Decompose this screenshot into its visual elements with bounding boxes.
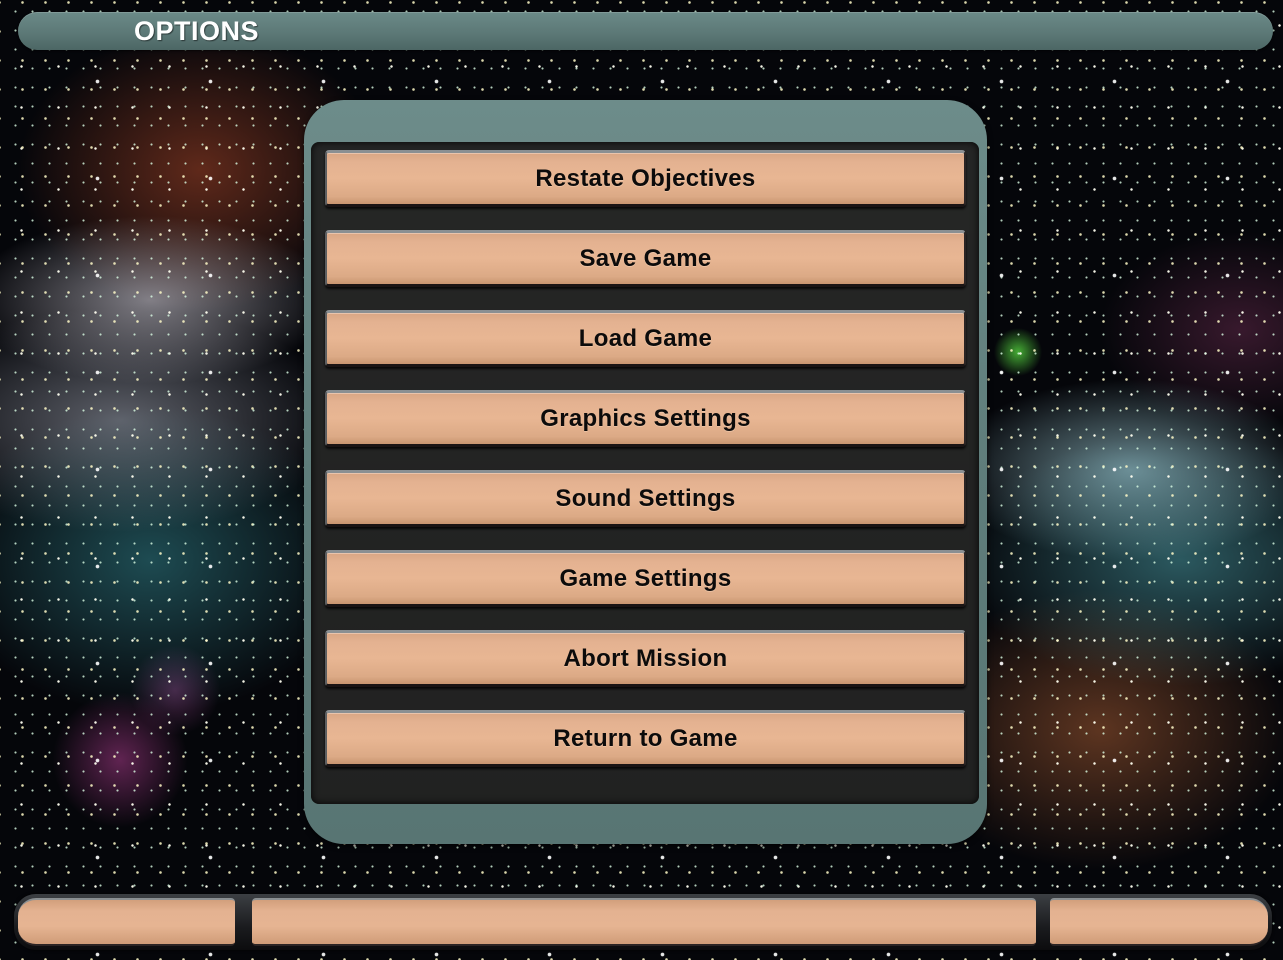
sound-settings-button[interactable]: Sound Settings bbox=[325, 470, 966, 527]
game-settings-button[interactable]: Game Settings bbox=[325, 550, 966, 607]
button-label: Load Game bbox=[578, 324, 713, 352]
save-game-button[interactable]: Save Game bbox=[325, 230, 966, 287]
button-label: Abort Mission bbox=[563, 644, 728, 672]
button-label: Save Game bbox=[579, 244, 712, 272]
return-to-game-button[interactable]: Return to Game bbox=[325, 710, 966, 767]
button-label: Restate Objectives bbox=[535, 164, 756, 192]
button-label: Graphics Settings bbox=[540, 404, 751, 432]
page-title: OPTIONS bbox=[134, 16, 260, 46]
restate-objectives-button[interactable]: Restate Objectives bbox=[325, 150, 966, 207]
button-label: Game Settings bbox=[559, 564, 732, 592]
load-game-button[interactable]: Load Game bbox=[325, 310, 966, 367]
graphics-settings-button[interactable]: Graphics Settings bbox=[325, 390, 966, 447]
abort-mission-button[interactable]: Abort Mission bbox=[325, 630, 966, 687]
status-panel-center bbox=[252, 898, 1036, 946]
options-menu-list: Restate Objectives Save Game Load Game G… bbox=[311, 142, 979, 804]
status-panel-right bbox=[1050, 898, 1268, 946]
options-menu-panel: Restate Objectives Save Game Load Game G… bbox=[304, 100, 987, 844]
title-bar: OPTIONS bbox=[18, 12, 1273, 50]
button-label: Return to Game bbox=[553, 724, 738, 752]
status-panel-left bbox=[18, 898, 235, 946]
game-options-screen: OPTIONS Restate Objectives Save Game Loa… bbox=[0, 0, 1283, 960]
button-label: Sound Settings bbox=[555, 484, 736, 512]
status-bar bbox=[14, 894, 1272, 950]
